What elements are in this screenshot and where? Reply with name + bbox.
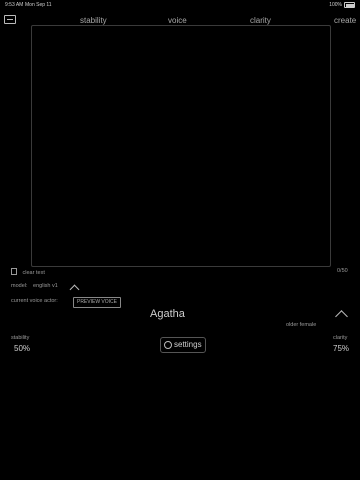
current-voice-actor-label: current voice actor:	[11, 298, 58, 304]
char-count: 0/50	[337, 268, 348, 274]
gear-icon	[164, 341, 172, 349]
status-right: 100%	[329, 2, 355, 8]
clear-text-button[interactable]: clear text	[11, 268, 45, 276]
battery-icon	[344, 2, 355, 8]
model-row[interactable]: model: english v1	[11, 283, 58, 289]
chevron-up-icon[interactable]	[335, 310, 348, 323]
status-date: Mon Sep 11	[25, 2, 52, 8]
voice-descriptor: older female	[286, 322, 317, 328]
stability-value: 50%	[14, 344, 31, 353]
clarity-label: clarity	[333, 335, 348, 341]
trash-icon	[11, 268, 17, 275]
nav-clarity[interactable]: clarity	[250, 16, 271, 25]
nav-voice[interactable]: voice	[168, 16, 187, 25]
status-bar: 9:53 AM Mon Sep 11 100%	[5, 2, 355, 10]
voice-name: Agatha	[150, 308, 185, 320]
clarity-value: 75%	[333, 344, 350, 353]
model-value: english v1	[33, 283, 58, 289]
stability-label: stability	[11, 335, 30, 341]
nav-stability[interactable]: stability	[80, 16, 107, 25]
settings-button[interactable]: settings	[160, 337, 206, 353]
menu-icon[interactable]	[4, 15, 16, 24]
text-editor[interactable]	[31, 25, 331, 267]
status-time: 9:53 AM	[5, 2, 24, 8]
clear-text-label: clear text	[22, 270, 45, 276]
chevron-up-icon[interactable]	[69, 284, 80, 295]
model-label: model:	[11, 283, 28, 289]
nav-create[interactable]: create	[334, 16, 356, 25]
settings-label: settings	[174, 340, 202, 349]
preview-voice-button[interactable]: PREVIEW VOICE	[73, 297, 121, 308]
battery-percent: 100%	[329, 2, 342, 8]
